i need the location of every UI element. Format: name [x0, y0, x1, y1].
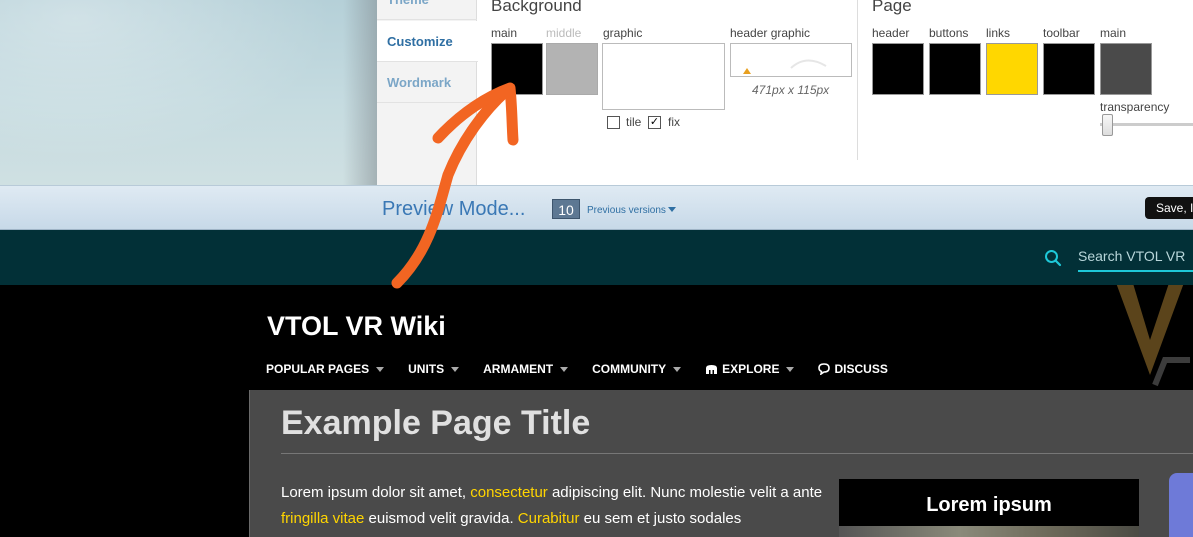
background-section-title: Background — [491, 0, 582, 15]
previous-versions-label: Previous versions — [587, 205, 666, 216]
discuss-icon — [818, 363, 831, 375]
search-input[interactable] — [1078, 242, 1193, 272]
bg-middle-color-swatch[interactable] — [546, 43, 598, 95]
chevron-down-icon — [673, 366, 682, 372]
article-paragraph: Lorem ipsum dolor sit amet, consectetur … — [281, 480, 831, 532]
preview-mode-title: Preview Mode... — [382, 198, 526, 220]
nav-units[interactable]: UNITS — [408, 362, 460, 376]
image-edge-shadow — [343, 0, 377, 185]
bg-main-label: main — [491, 26, 518, 40]
infobox-image — [839, 526, 1139, 537]
chevron-down-icon — [376, 366, 385, 372]
tab-customize[interactable]: Customize — [377, 21, 478, 62]
save-button[interactable]: Save, I — [1145, 197, 1193, 219]
page-links-label: links — [986, 26, 1011, 40]
page-background-left — [0, 390, 249, 537]
wiki-logo-mark — [1116, 285, 1190, 387]
nav-discuss[interactable]: DISCUSS — [818, 362, 888, 376]
explore-icon — [706, 364, 718, 374]
nav-label: EXPLORE — [722, 362, 780, 376]
tab-theme[interactable]: Theme — [377, 0, 477, 20]
header-graphic-upload[interactable] — [730, 43, 852, 77]
page-toolbar-label: toolbar — [1043, 26, 1080, 40]
transparency-slider-track[interactable] — [1100, 123, 1193, 126]
nav-label: POPULAR PAGES — [266, 362, 370, 376]
page-main-color-swatch[interactable] — [1100, 43, 1152, 95]
nav-label: COMMUNITY — [592, 362, 667, 376]
wiki-navigation: POPULAR PAGES UNITS ARMAMENT COMMUNITY E… — [266, 362, 912, 376]
transparency-slider-handle[interactable] — [1102, 114, 1113, 136]
page-buttons-color-swatch[interactable] — [929, 43, 981, 95]
text-segment: euismod velit gravida. — [364, 510, 518, 527]
preview-toolbar: Preview Mode... 10 Previous versions Sav… — [0, 185, 1193, 230]
nav-explore[interactable]: EXPLORE — [705, 362, 795, 376]
nav-label: ARMAMENT — [483, 362, 554, 376]
infobox: Lorem ipsum — [839, 479, 1139, 537]
nav-label: UNITS — [408, 362, 445, 376]
page-buttons-label: buttons — [929, 26, 969, 40]
nav-community[interactable]: COMMUNITY — [592, 362, 682, 376]
page-main-label: main — [1100, 26, 1127, 40]
previous-versions-dropdown[interactable]: Previous versions — [587, 205, 676, 216]
bg-graphic-label: graphic — [603, 26, 643, 40]
background-preview-image — [0, 0, 377, 185]
chevron-down-icon — [560, 366, 569, 372]
chevron-down-icon — [451, 366, 460, 372]
page-section-title: Page — [872, 0, 912, 15]
article-link[interactable]: consectetur — [470, 484, 548, 501]
search-icon[interactable] — [1044, 249, 1062, 267]
chevron-down-icon — [667, 207, 676, 212]
article-content: Example Page Title Lorem ipsum dolor sit… — [249, 390, 1193, 537]
title-divider — [281, 453, 1193, 454]
tile-checkbox[interactable] — [607, 116, 620, 129]
page-toolbar-color-swatch[interactable] — [1043, 43, 1095, 95]
text-segment: eu sem et justo sodales — [579, 510, 742, 527]
text-segment: Lorem ipsum dolor sit amet, — [281, 484, 471, 501]
theme-designer-panel: Theme Customize Wordmark Background main… — [0, 0, 1193, 185]
article-link[interactable]: fringilla vitae — [281, 510, 364, 527]
page-header-color-swatch[interactable] — [872, 43, 924, 95]
tile-label: tile — [626, 115, 642, 129]
article-link[interactable]: Curabitur — [518, 510, 580, 527]
tab-wordmark[interactable]: Wordmark — [377, 62, 477, 103]
section-divider — [857, 0, 858, 160]
page-title: Example Page Title — [281, 404, 591, 442]
nav-armament[interactable]: ARMAMENT — [483, 362, 569, 376]
fix-label: fix — [668, 115, 680, 129]
side-widget-button[interactable] — [1169, 473, 1193, 537]
header-graphic-label: header graphic — [730, 26, 811, 40]
header-graphic-thumbnail — [743, 59, 827, 74]
wiki-header: VTOL VR Wiki POPULAR PAGES UNITS ARMAMEN… — [0, 285, 1193, 390]
nav-label: DISCUSS — [834, 362, 888, 376]
page-links-color-swatch[interactable] — [986, 43, 1038, 95]
page-header-label: header — [872, 26, 910, 40]
header-graphic-size: 471px x 115px — [752, 83, 830, 97]
text-segment: adipiscing elit. Nunc molestie velit a a… — [547, 484, 823, 501]
transparency-label: transparency — [1100, 100, 1170, 114]
bg-middle-label: middle — [546, 26, 582, 40]
bg-graphic-upload[interactable] — [602, 43, 725, 110]
nav-popular-pages[interactable]: POPULAR PAGES — [266, 362, 385, 376]
infobox-title: Lorem ipsum — [926, 494, 1052, 516]
wiki-name[interactable]: VTOL VR Wiki — [267, 311, 446, 342]
fix-checkbox[interactable]: ✓ — [648, 116, 661, 129]
sky-haze — [0, 0, 377, 185]
version-count-badge[interactable]: 10 — [552, 199, 580, 219]
designer-tabs: Theme Customize Wordmark — [377, 0, 478, 185]
chevron-down-icon — [786, 366, 795, 372]
global-navigation — [0, 230, 1193, 285]
bg-main-color-swatch[interactable] — [491, 43, 543, 95]
